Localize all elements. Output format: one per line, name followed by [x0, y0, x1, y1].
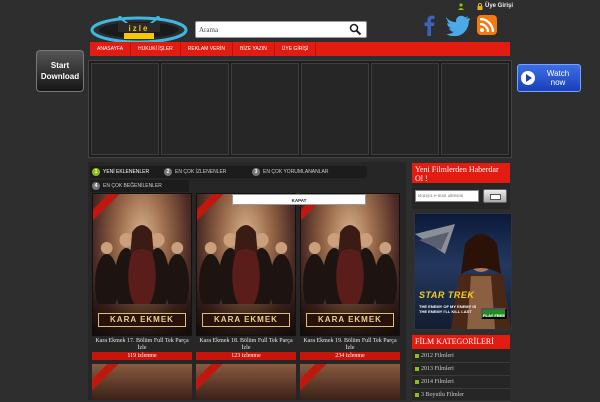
newsletter-title: Yeni Filmlerden Haberdar Ol !	[412, 163, 510, 183]
new-ribbon	[300, 364, 332, 395]
facebook-icon[interactable]	[420, 14, 438, 36]
nav-legal[interactable]: HUKUKİ İŞLER	[131, 42, 181, 56]
bullet-icon	[415, 393, 419, 397]
lock-icon	[477, 3, 483, 10]
view-count: 123 izlenme	[196, 352, 296, 360]
nav-advertise[interactable]: REKLAM VERİN	[181, 42, 233, 56]
view-count: 119 izlenme	[92, 352, 192, 360]
nav-member-login[interactable]: ÜYE GİRİŞİ	[275, 42, 317, 56]
slider-item[interactable]	[161, 63, 229, 155]
svg-text:izle: izle	[129, 24, 150, 33]
view-count: 234 izlenme	[300, 352, 400, 360]
movie-card[interactable]: KARA EKMEK Kara Ekmek 17. Bölüm Full Tek…	[92, 193, 192, 360]
movie-card[interactable]: KARA EKMEK Kara Ekmek 19. Bölüm Full Tek…	[300, 193, 400, 360]
cast-photo	[198, 225, 294, 304]
tab-label: EN ÇOK BEĞENİLENLER	[103, 183, 162, 189]
slider-item[interactable]	[231, 63, 299, 155]
poster-title: KARA EKMEK	[98, 313, 186, 327]
search-icon[interactable]	[349, 23, 362, 36]
main-nav: ANASAYFA HUKUKİ İŞLER REKLAM VERİN BİZE …	[90, 42, 510, 56]
newsletter-box: Yeni Filmlerden Haberdar Ol !	[412, 163, 510, 209]
nav-home[interactable]: ANASAYFA	[90, 42, 132, 56]
close-popup-button[interactable]: KAPAT	[232, 194, 366, 205]
tab-number: 1	[92, 168, 100, 176]
category-item[interactable]: 2012 Filmleri	[412, 350, 510, 363]
poster-title: KARA EKMEK	[306, 313, 394, 327]
category-item[interactable]: 3 Boyutlu Filmler	[412, 389, 510, 402]
new-ribbon	[196, 364, 228, 395]
cast-photo	[302, 225, 398, 304]
user-icon	[458, 3, 464, 10]
bullet-icon	[415, 354, 419, 358]
watch-now-button[interactable]: Watch now	[517, 64, 581, 92]
tab-most-commented[interactable]: 3 EN ÇOK YORUMLANANLAR	[250, 166, 367, 178]
movie-title[interactable]: Kara Ekmek 19. Bölüm Full Tek Parça İzle	[300, 338, 400, 352]
movie-poster[interactable]: KARA EKMEK	[92, 193, 192, 336]
start-download-button[interactable]: Start Download	[36, 50, 84, 92]
search-input[interactable]	[199, 22, 339, 37]
rss-icon[interactable]	[477, 15, 497, 35]
twitter-icon[interactable]	[446, 14, 470, 36]
tab-newest[interactable]: 1 YENİ EKLENENLER	[90, 166, 171, 178]
nav-contact[interactable]: BİZE YAZIN	[233, 42, 275, 56]
poster-title: KARA EKMEK	[202, 313, 290, 327]
category-item[interactable]: 2014 Filmleri	[412, 376, 510, 389]
slider-item[interactable]	[441, 63, 509, 155]
tab-label: YENİ EKLENENLER	[103, 169, 150, 175]
search-box	[195, 21, 367, 38]
movie-title[interactable]: Kara Ekmek 17. Bölüm Full Tek Parça İzle	[92, 338, 192, 352]
play-free-button[interactable]: PLAY FREE	[481, 308, 507, 319]
newsletter-submit-button[interactable]	[483, 189, 507, 203]
startrek-logo: STAR TREK	[419, 290, 475, 300]
tab-label: EN ÇOK İZLENENLER	[175, 169, 227, 175]
tab-number: 3	[252, 168, 260, 176]
bullet-icon	[415, 380, 419, 384]
email-field[interactable]	[415, 190, 479, 202]
category-label: 3 Boyutlu Filmler	[421, 392, 465, 398]
play-icon	[521, 71, 535, 85]
startrek-ad[interactable]: STAR TREK THE ENEMY OF MY ENEMY IS THE E…	[414, 213, 512, 330]
movie-title[interactable]: Kara Ekmek 18. Bölüm Full Tek Parça İzle	[196, 338, 296, 352]
ad-tagline: THE ENEMY OF MY ENEMY IS THE ENEMY I'LL …	[419, 304, 477, 314]
movie-card[interactable]: KARA EKMEK Kara Ekmek 18. Bölüm Full Tek…	[196, 193, 296, 360]
featured-slider	[88, 60, 512, 158]
cast-photo	[94, 225, 190, 304]
new-ribbon	[92, 364, 124, 395]
tab-label: EN ÇOK YORUMLANANLAR	[263, 169, 329, 175]
movie-card[interactable]	[92, 364, 192, 400]
category-label: 2013 Filmleri	[421, 366, 454, 372]
film-categories: FİLM KATEGORİLERİ 2012 Filmleri 2013 Fil…	[412, 335, 510, 402]
movie-card[interactable]	[196, 364, 296, 400]
site-logo[interactable]: izle	[90, 14, 188, 44]
tab-number: 4	[92, 182, 100, 190]
slider-item[interactable]	[371, 63, 439, 155]
category-label: 2014 Filmleri	[421, 379, 454, 385]
tab-most-watched[interactable]: 2 EN ÇOK İZLENENLER	[162, 166, 259, 178]
movie-poster[interactable]: KARA EKMEK	[300, 193, 400, 336]
tab-number: 2	[164, 168, 172, 176]
movie-card[interactable]	[300, 364, 400, 400]
slider-item[interactable]	[91, 63, 159, 155]
category-label: 2012 Filmleri	[421, 353, 454, 359]
movie-poster[interactable]: KARA EKMEK	[196, 193, 296, 336]
categories-title: FİLM KATEGORİLERİ	[412, 335, 510, 349]
watch-now-label: Watch now	[546, 69, 570, 87]
slider-item[interactable]	[301, 63, 369, 155]
category-item[interactable]: 2013 Filmleri	[412, 363, 510, 376]
member-login-link[interactable]: Üye Girişi	[485, 3, 513, 9]
bullet-icon	[415, 367, 419, 371]
tab-most-liked[interactable]: 4 EN ÇOK BEĞENİLENLER	[90, 180, 189, 192]
